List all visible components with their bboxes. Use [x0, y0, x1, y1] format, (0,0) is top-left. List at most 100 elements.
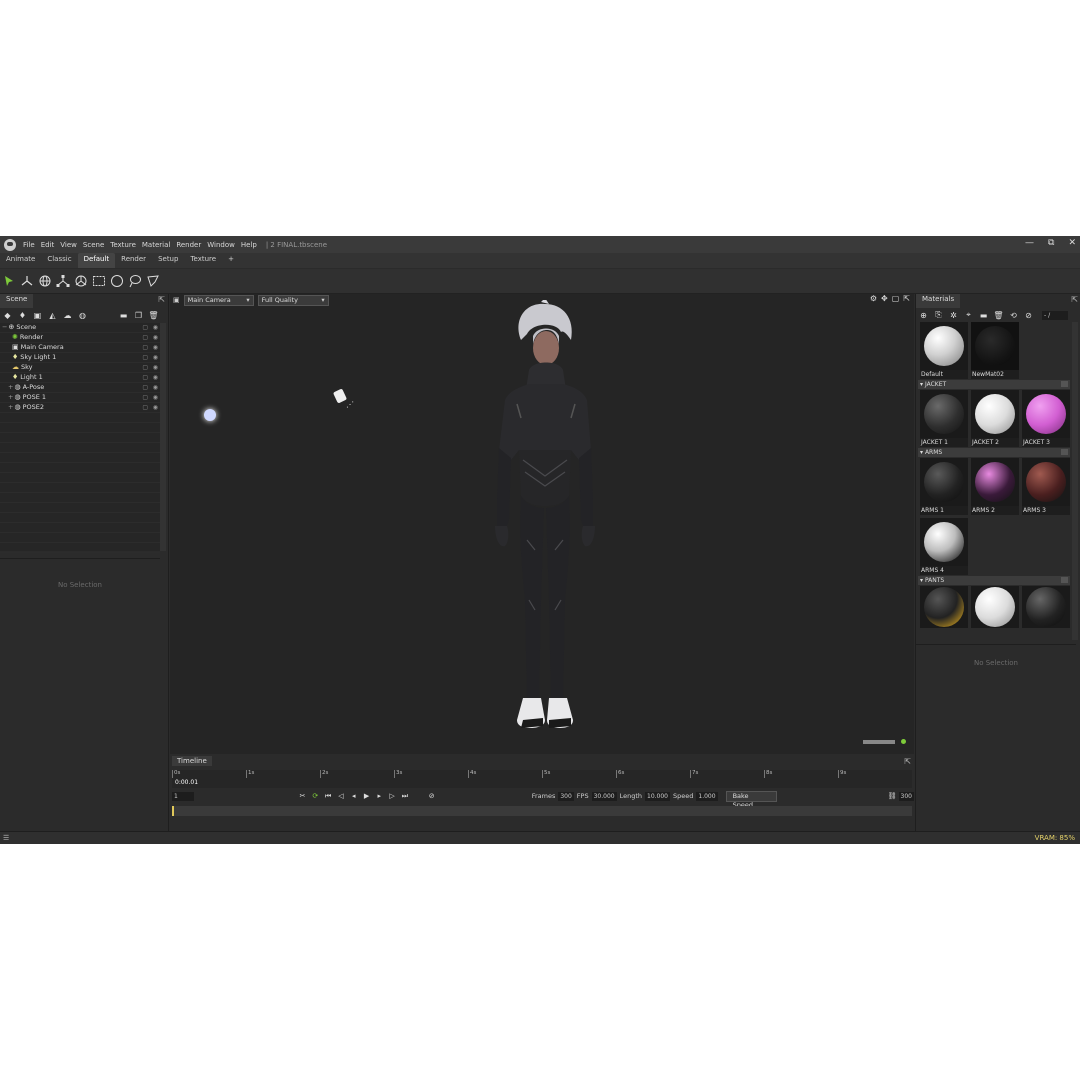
- eye-icon[interactable]: ◉: [153, 323, 158, 332]
- rotate-tool-icon[interactable]: [36, 272, 54, 290]
- folder-icon[interactable]: ▬: [976, 311, 991, 320]
- material-jacket-1[interactable]: JACKET 1: [920, 390, 968, 447]
- materials-scrollbar[interactable]: [1072, 322, 1078, 640]
- prev-frame-icon[interactable]: ◂: [347, 792, 360, 800]
- minimize-icon[interactable]: —: [1025, 238, 1034, 248]
- folder-icon[interactable]: ▬: [116, 311, 131, 320]
- menu-help[interactable]: Help: [238, 241, 260, 249]
- eye-icon[interactable]: ◉: [153, 333, 158, 342]
- trash-icon[interactable]: 🗑: [991, 311, 1006, 320]
- tree-item-scene[interactable]: − ⊕ Scene ▢ ◉: [0, 323, 160, 333]
- loop-icon[interactable]: ⟳: [309, 792, 322, 800]
- menu-render[interactable]: Render: [173, 241, 204, 249]
- menu-file[interactable]: File: [20, 241, 38, 249]
- bake-speed-button[interactable]: Bake Speed: [725, 790, 778, 809]
- add-object-icon[interactable]: ◆: [0, 311, 15, 320]
- menu-window[interactable]: Window: [204, 241, 238, 249]
- menu-view[interactable]: View: [57, 241, 80, 249]
- prev-key-icon[interactable]: ◁: [335, 792, 348, 800]
- tab-animate[interactable]: Animate: [0, 253, 41, 268]
- material-arms-4[interactable]: ARMS 4: [920, 518, 968, 575]
- add-tab-button[interactable]: +: [222, 253, 240, 268]
- frame-icon[interactable]: ▢: [892, 294, 900, 303]
- tree-item-main-camera[interactable]: ▣ Main Camera ▢ ◉: [0, 343, 160, 353]
- timeline-tab[interactable]: Timeline: [172, 756, 212, 766]
- material-jacket-3[interactable]: JACKET 3: [1022, 390, 1070, 447]
- material-arms-3[interactable]: ARMS 3: [1022, 458, 1070, 515]
- group-jacket[interactable]: ▾ JACKET: [918, 380, 1070, 389]
- popout-icon[interactable]: ⇱: [1071, 295, 1078, 304]
- picker-icon[interactable]: ⌖: [961, 310, 976, 320]
- lock-icon[interactable]: ▢: [142, 383, 148, 392]
- close-icon[interactable]: ✕: [1068, 238, 1076, 248]
- menu-scene[interactable]: Scene: [80, 241, 107, 249]
- light-gizmo-icon[interactable]: [332, 388, 348, 404]
- trash-icon[interactable]: 🗑: [146, 311, 161, 320]
- scale-tool-icon[interactable]: [54, 272, 72, 290]
- material-arms-2[interactable]: ARMS 2: [971, 458, 1019, 515]
- eye-icon[interactable]: ◉: [153, 353, 158, 362]
- transform-tool-icon[interactable]: [72, 272, 90, 290]
- material-default[interactable]: Default: [920, 322, 968, 379]
- material-jacket-2[interactable]: JACKET 2: [971, 390, 1019, 447]
- lock-icon[interactable]: ▢: [142, 323, 148, 332]
- refresh-icon[interactable]: ⟲: [1006, 311, 1021, 320]
- tree-item-light-1[interactable]: ♦ Light 1 ▢ ◉: [0, 373, 160, 383]
- materials-tab[interactable]: Materials: [916, 294, 961, 308]
- add-shape-icon[interactable]: ◭: [45, 311, 60, 320]
- speed-field[interactable]: 1.000: [696, 791, 718, 801]
- material-pants-3[interactable]: [1022, 586, 1070, 628]
- tab-texture[interactable]: Texture: [184, 253, 222, 268]
- menu-texture[interactable]: Texture: [107, 241, 139, 249]
- 3d-viewport[interactable]: ▣ Main Camera Full Quality ⚙ ✥ ▢ ⇱ ⋰: [170, 294, 914, 754]
- lock-icon[interactable]: ▢: [142, 363, 148, 372]
- material-newmat02[interactable]: NewMat02: [971, 322, 1019, 379]
- polygon-select-icon[interactable]: [144, 272, 162, 290]
- tab-render[interactable]: Render: [115, 253, 152, 268]
- eye-icon[interactable]: ◉: [153, 373, 158, 382]
- next-frame-icon[interactable]: ▸: [373, 792, 386, 800]
- tree-item-a-pose[interactable]: + ◍ A-Pose ▢ ◉: [0, 383, 160, 393]
- material-search-field[interactable]: - /: [1042, 310, 1068, 320]
- tree-item-sky-light-1[interactable]: ♦ Sky Light 1 ▢ ◉: [0, 353, 160, 363]
- lock-icon[interactable]: ▢: [142, 343, 148, 352]
- material-pants-2[interactable]: [971, 586, 1019, 628]
- add-fog-icon[interactable]: ☁: [60, 311, 75, 320]
- tree-item-pose2[interactable]: + ◍ POSE2 ▢ ◉: [0, 403, 160, 413]
- lock-icon[interactable]: ▢: [142, 393, 148, 402]
- eye-off-icon[interactable]: ◉: [153, 383, 158, 392]
- add-sphere-icon[interactable]: ◍: [75, 311, 90, 320]
- scene-tab[interactable]: Scene: [0, 294, 34, 308]
- material-pants-1[interactable]: [920, 586, 968, 628]
- scene-scrollbar[interactable]: [160, 323, 166, 551]
- popout-icon[interactable]: ⇱: [158, 295, 165, 304]
- current-frame-field[interactable]: 1: [172, 791, 194, 801]
- frames-field[interactable]: 300: [558, 791, 574, 801]
- skip-end-icon[interactable]: ⏭: [399, 792, 412, 801]
- next-key-icon[interactable]: ▷: [386, 792, 399, 800]
- eye-off-icon[interactable]: ◉: [153, 393, 158, 402]
- playhead[interactable]: [172, 806, 174, 816]
- tree-item-render[interactable]: ✺ Render ▢ ◉: [0, 333, 160, 343]
- duplicate-icon[interactable]: ❐: [131, 311, 146, 320]
- lock-icon[interactable]: ▢: [142, 403, 148, 412]
- settings-icon[interactable]: ⚙: [870, 294, 877, 303]
- tree-item-pose-1[interactable]: + ◍ POSE 1 ▢ ◉: [0, 393, 160, 403]
- scissors-icon[interactable]: ✂: [296, 792, 309, 800]
- play-icon[interactable]: ▶: [360, 792, 373, 800]
- rect-select-icon[interactable]: [90, 272, 108, 290]
- group-pants[interactable]: ▾ PANTS: [918, 576, 1070, 585]
- tab-classic[interactable]: Classic: [41, 253, 77, 268]
- tab-default[interactable]: Default: [77, 253, 116, 268]
- tree-item-sky[interactable]: ☁ Sky ▢ ◉: [0, 363, 160, 373]
- camera-dropdown[interactable]: Main Camera: [183, 294, 254, 306]
- menu-material[interactable]: Material: [139, 241, 173, 249]
- eye-icon[interactable]: ◉: [153, 363, 158, 372]
- add-camera-icon[interactable]: ▣: [30, 311, 45, 320]
- group-arms[interactable]: ▾ ARMS: [918, 448, 1070, 457]
- lock-icon[interactable]: ▢: [142, 333, 148, 342]
- add-material-icon[interactable]: ⊕: [916, 311, 931, 320]
- move-view-icon[interactable]: ✥: [881, 294, 888, 303]
- ellipse-select-icon[interactable]: [108, 272, 126, 290]
- log-icon[interactable]: ☰: [3, 834, 9, 842]
